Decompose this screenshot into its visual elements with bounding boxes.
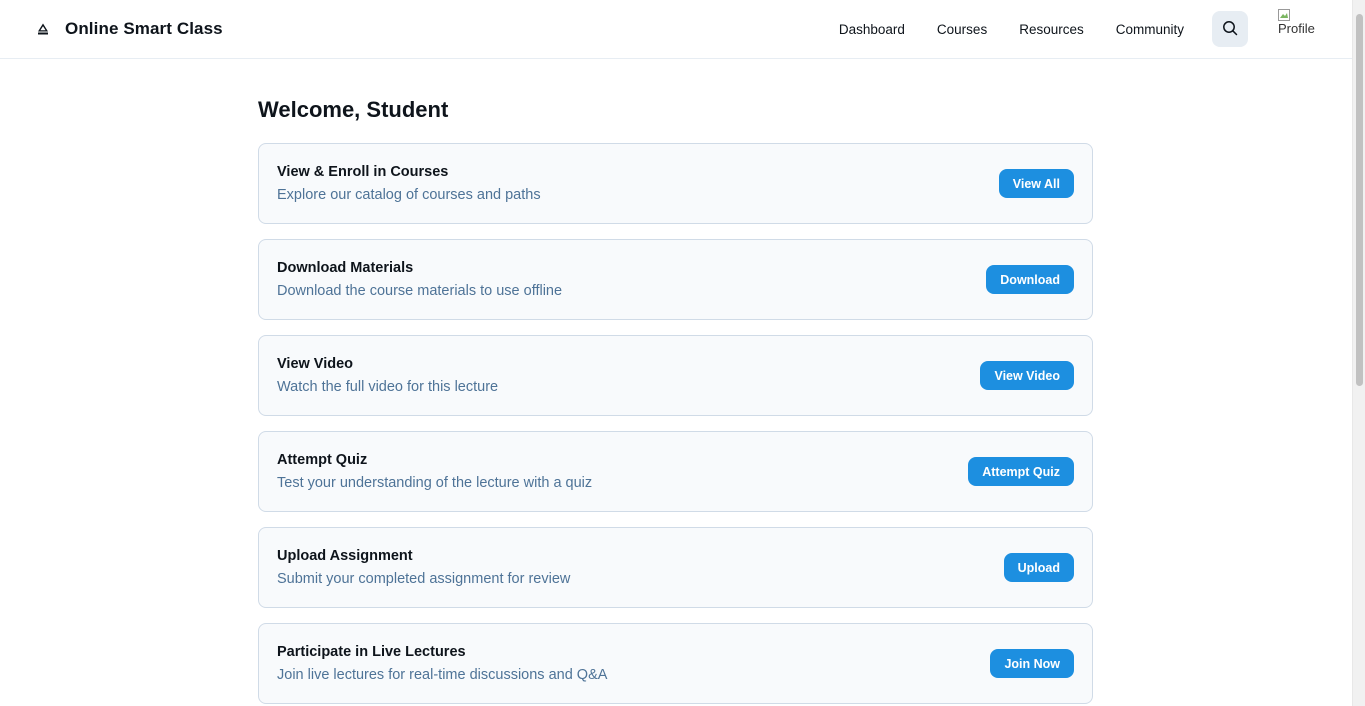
- card-title: Attempt Quiz: [277, 452, 368, 468]
- main-content: Welcome, Student View & Enroll in Course…: [258, 96, 1093, 706]
- attempt-quiz-button[interactable]: Attempt Quiz: [968, 457, 1074, 486]
- page-scrollbar[interactable]: [1352, 0, 1365, 706]
- card-materials: Download Materials Download the course m…: [258, 239, 1093, 320]
- card-description: Join live lectures for real-time discuss…: [277, 667, 608, 683]
- logo-icon: [36, 22, 50, 36]
- profile-avatar[interactable]: Profile: [1276, 9, 1316, 49]
- card-title: View Video: [277, 356, 354, 372]
- view-all-button[interactable]: View All: [998, 169, 1074, 198]
- profile-alt-text: Profile: [1278, 21, 1315, 36]
- download-button[interactable]: Download: [986, 265, 1074, 294]
- card-title: Download Materials: [277, 260, 414, 276]
- join-now-button[interactable]: Join Now: [990, 649, 1074, 678]
- brand-title: Online Smart Class: [65, 19, 223, 38]
- card-title: Upload Assignment: [277, 548, 413, 564]
- card-quiz: Attempt Quiz Test your understanding of …: [258, 431, 1093, 512]
- view-video-button[interactable]: View Video: [980, 361, 1074, 390]
- search-icon: [1222, 20, 1238, 39]
- card-description: Explore our catalog of courses and paths: [277, 187, 541, 203]
- main-nav: Dashboard Courses Resources Community: [839, 22, 1184, 37]
- card-description: Watch the full video for this lecture: [277, 379, 499, 395]
- search-button[interactable]: [1212, 11, 1248, 47]
- nav-link-dashboard[interactable]: Dashboard: [839, 22, 905, 37]
- nav-link-resources[interactable]: Resources: [1019, 22, 1084, 37]
- card-title: View & Enroll in Courses: [277, 164, 449, 180]
- card-courses: View & Enroll in Courses Explore our cat…: [258, 143, 1093, 224]
- nav-link-courses[interactable]: Courses: [937, 22, 987, 37]
- page-title: Welcome, Student: [258, 97, 449, 122]
- card-video: View Video Watch the full video for this…: [258, 335, 1093, 416]
- brand[interactable]: Online Smart Class: [36, 19, 223, 39]
- card-title: Participate in Live Lectures: [277, 644, 466, 660]
- card-assignment: Upload Assignment Submit your completed …: [258, 527, 1093, 608]
- scrollbar-thumb[interactable]: [1356, 14, 1363, 386]
- top-navigation-bar: Online Smart Class Dashboard Courses Res…: [0, 0, 1352, 59]
- card-description: Test your understanding of the lecture w…: [277, 475, 593, 491]
- card-live-lectures: Participate in Live Lectures Join live l…: [258, 623, 1093, 704]
- upload-button[interactable]: Upload: [1003, 553, 1074, 582]
- card-description: Download the course materials to use off…: [277, 283, 563, 299]
- broken-image-icon: [1278, 9, 1290, 21]
- nav-link-community[interactable]: Community: [1116, 22, 1184, 37]
- card-description: Submit your completed assignment for rev…: [277, 571, 571, 587]
